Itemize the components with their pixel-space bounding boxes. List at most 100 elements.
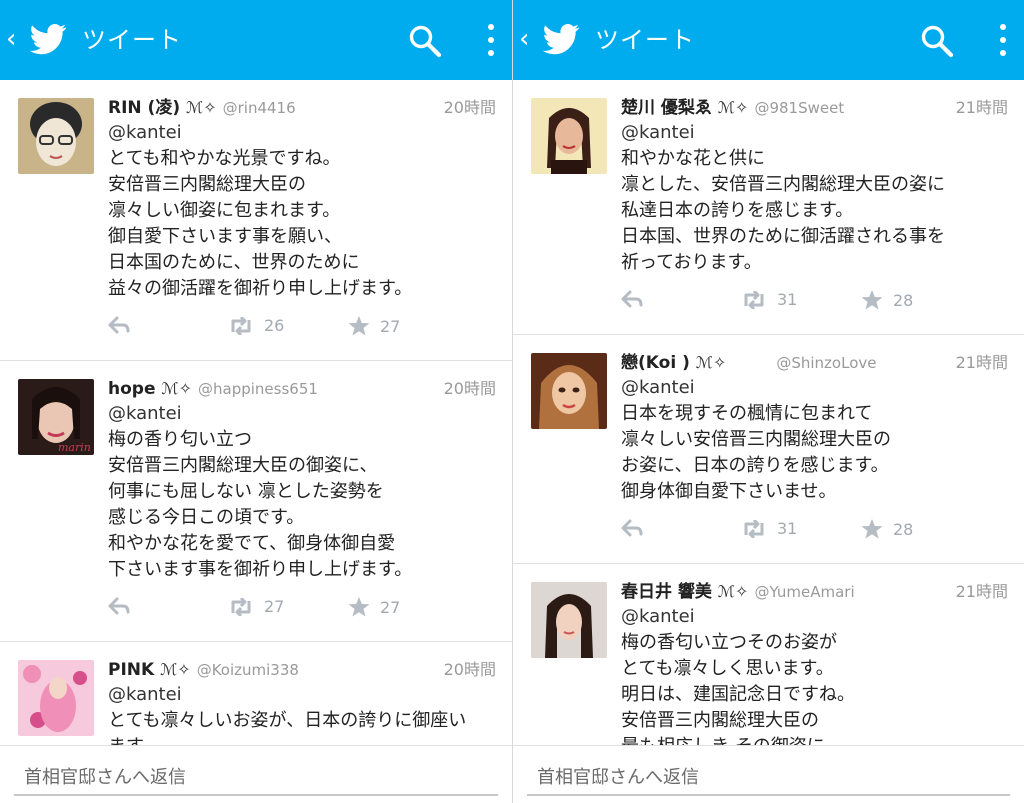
retweet-icon <box>231 316 251 335</box>
tweet-actions: 26 27 <box>108 308 496 348</box>
tweet-text: とても凛々しいお姿が、日本の誇りに御座い ます。 建国記念の日を前に <box>108 710 467 745</box>
avatar[interactable]: marin <box>18 379 94 455</box>
user-handle[interactable]: @Koizumi338 <box>197 661 299 679</box>
avatar[interactable] <box>531 353 607 429</box>
reply-input[interactable] <box>14 760 498 796</box>
retweet-icon <box>744 290 764 309</box>
tweet-list: RIN (凌) ℳ✧ @rin4416 20時間 @kantei とても和やかな光景… <box>0 80 512 745</box>
favorite-button[interactable]: 28 <box>861 519 913 539</box>
favorite-count: 27 <box>380 597 401 617</box>
overflow-menu-icon[interactable] <box>484 22 498 58</box>
app-bar: ‹ ツイート <box>513 0 1024 80</box>
timestamp: 21時間 <box>955 98 1008 117</box>
retweet-button[interactable]: 31 <box>741 519 797 538</box>
tweet-header: PINK ℳ✧ @Koizumi338 20時間 <box>108 658 496 682</box>
overflow-menu-icon[interactable] <box>996 22 1010 58</box>
avatar[interactable] <box>531 98 607 174</box>
star-icon <box>861 290 883 310</box>
display-name[interactable]: RIN (凌) <box>108 98 180 118</box>
display-name[interactable]: 春日井 響美 <box>621 582 712 602</box>
favorite-count: 27 <box>380 316 401 336</box>
screen-title: ツイート <box>82 26 182 54</box>
reply-button[interactable] <box>621 290 643 308</box>
screenshot-stage: ‹ ツイート RIN (凌) ℳ✧ @rin4416 20時間 @kantei とて… <box>0 0 1024 803</box>
retweet-count: 31 <box>777 290 798 309</box>
reply-button[interactable] <box>108 597 130 615</box>
tweet-header: hope ℳ✧ @happiness651 20時間 <box>108 377 496 401</box>
retweet-icon <box>744 519 764 538</box>
name-badge: ℳ✧ <box>717 582 749 601</box>
name-badge: ℳ✧ <box>161 379 192 398</box>
reply-mention[interactable]: @kantei <box>621 604 1008 630</box>
avatar[interactable] <box>18 660 94 736</box>
tweet-actions: 31 28 <box>621 282 1008 322</box>
app-bar: ‹ ツイート <box>0 0 512 80</box>
favorite-button[interactable]: 27 <box>348 597 400 617</box>
reply-mention[interactable]: @kantei <box>108 120 496 146</box>
reply-mention[interactable]: @kantei <box>621 120 1008 146</box>
search-icon[interactable] <box>920 24 954 58</box>
tweet-actions: 31 28 <box>621 511 1008 551</box>
right-pane: ‹ ツイート 楚川 優梨ゑ ℳ✧ @981Sweet 21時間 @kantei 和や… <box>512 0 1024 803</box>
reply-button[interactable] <box>621 519 643 537</box>
retweet-count: 27 <box>264 597 285 616</box>
tweet-text: とても和やかな光景ですね。 安倍晋三内閣総理大臣の 凛々しい御姿に包まれます。 … <box>108 148 413 299</box>
left-pane: ‹ ツイート RIN (凌) ℳ✧ @rin4416 20時間 @kantei とて… <box>0 0 512 803</box>
tweet-item[interactable]: marin hope ℳ✧ @happiness651 20時間 @kantei 梅… <box>0 361 512 642</box>
tweet-item[interactable]: 春日井 響美 ℳ✧ @YumeAmari 21時間 @kantei 梅の香匂い立つそ… <box>513 564 1024 745</box>
star-icon <box>861 519 883 539</box>
timestamp: 20時間 <box>443 660 496 679</box>
retweet-button[interactable]: 27 <box>228 597 284 616</box>
tweet-item[interactable]: RIN (凌) ℳ✧ @rin4416 20時間 @kantei とても和やかな光景… <box>0 80 512 361</box>
timestamp: 20時間 <box>443 379 496 398</box>
reply-button[interactable] <box>108 316 130 334</box>
retweet-count: 31 <box>777 519 798 538</box>
tweet-actions: 27 27 <box>108 589 496 629</box>
reply-mention[interactable]: @kantei <box>108 682 496 708</box>
tweet-text: 梅の香り匂い立つ 安倍晋三内閣総理大臣の御姿に、 何事にも屈しない 凛とした姿勢… <box>108 429 413 580</box>
retweet-button[interactable]: 31 <box>741 290 797 309</box>
search-icon[interactable] <box>408 24 442 58</box>
avatar[interactable] <box>531 582 607 658</box>
twitter-bird-icon[interactable] <box>28 22 68 58</box>
tweet-header: 春日井 響美 ℳ✧ @YumeAmari 21時間 <box>621 580 1008 604</box>
display-name[interactable]: 楚川 優梨ゑ <box>621 98 712 118</box>
tweet-item[interactable]: PINK ℳ✧ @Koizumi338 20時間 @kantei とても凛々しいお姿… <box>0 642 512 745</box>
user-handle[interactable]: @rin4416 <box>223 99 296 117</box>
retweet-count: 26 <box>264 316 285 335</box>
retweet-button[interactable]: 26 <box>228 316 284 335</box>
twitter-bird-icon[interactable] <box>541 22 581 58</box>
screen-title: ツイート <box>595 26 695 54</box>
back-icon[interactable]: ‹ <box>6 26 16 52</box>
favorite-count: 28 <box>893 519 914 539</box>
back-icon[interactable]: ‹ <box>519 26 529 52</box>
display-name[interactable]: PINK <box>108 660 154 680</box>
timestamp: 21時間 <box>955 353 1008 372</box>
display-name[interactable]: hope <box>108 379 155 399</box>
avatar[interactable] <box>18 98 94 174</box>
svg-text:marin: marin <box>58 441 91 454</box>
reply-composer <box>0 745 512 803</box>
name-badge: ℳ✧ <box>695 353 727 372</box>
reply-icon <box>108 316 130 334</box>
user-handle[interactable]: @happiness651 <box>198 380 318 398</box>
reply-icon <box>621 519 643 537</box>
user-handle[interactable]: @YumeAmari <box>754 583 854 601</box>
name-badge: ℳ✧ <box>717 98 749 117</box>
reply-icon <box>108 597 130 615</box>
reply-mention[interactable]: @kantei <box>108 401 496 427</box>
display-name[interactable]: 戀(Koi ) <box>621 353 690 373</box>
star-icon <box>348 316 370 336</box>
tweet-header: 楚川 優梨ゑ ℳ✧ @981Sweet 21時間 <box>621 96 1008 120</box>
reply-input[interactable] <box>527 760 1010 796</box>
user-handle[interactable]: @981Sweet <box>754 99 844 117</box>
favorite-button[interactable]: 28 <box>861 290 913 310</box>
tweet-list: 楚川 優梨ゑ ℳ✧ @981Sweet 21時間 @kantei 和やかな花と供に … <box>513 80 1024 745</box>
name-badge: ℳ✧ <box>160 660 191 679</box>
tweet-item[interactable]: 楚川 優梨ゑ ℳ✧ @981Sweet 21時間 @kantei 和やかな花と供に … <box>513 80 1024 335</box>
retweet-icon <box>231 597 251 616</box>
tweet-item[interactable]: 戀(Koi ) ℳ✧ @ShinzoLove 21時間 @kantei 日本を現すそ… <box>513 335 1024 564</box>
user-handle[interactable]: @ShinzoLove <box>776 354 876 372</box>
favorite-button[interactable]: 27 <box>348 316 400 336</box>
reply-mention[interactable]: @kantei <box>621 375 1008 401</box>
